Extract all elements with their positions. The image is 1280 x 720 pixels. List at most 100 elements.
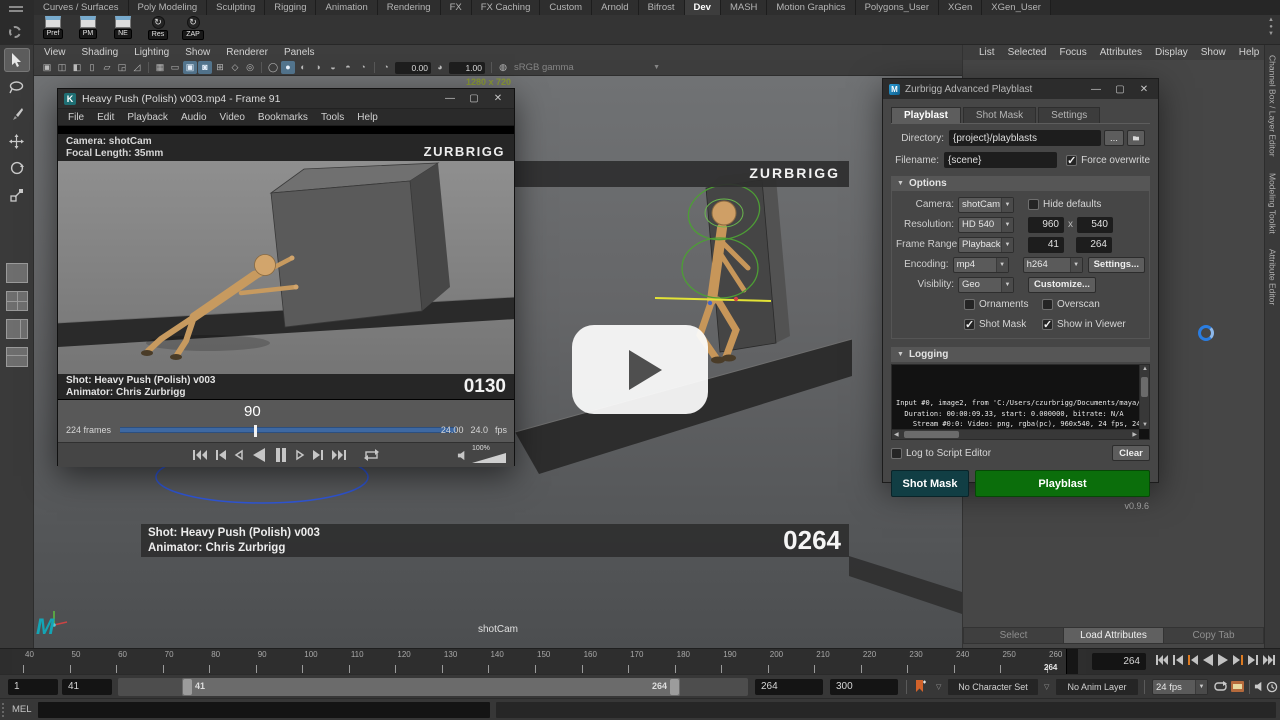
open-folder-button[interactable] (1127, 130, 1145, 146)
shelf-tab[interactable]: Dev (685, 0, 721, 15)
attribute-editor-button[interactable]: Load Attributes (1064, 628, 1163, 643)
grease-pencil-icon[interactable]: ◿ (130, 61, 144, 74)
resolution-width-field[interactable]: 960 (1028, 217, 1064, 233)
player-menu-item[interactable]: Edit (97, 112, 114, 123)
step-forward-one-key-button[interactable] (1247, 653, 1259, 667)
play-backwards-button[interactable] (1202, 653, 1214, 667)
time-tick[interactable]: 110 (349, 649, 396, 675)
shelf-tab[interactable]: XGen (939, 0, 982, 15)
command-language-toggle[interactable]: MEL (12, 704, 32, 715)
loop-button[interactable] (364, 449, 379, 461)
player-menu-item[interactable]: Video (220, 112, 245, 123)
step-forward-one-frame-button[interactable] (1232, 653, 1244, 667)
attribute-editor-button[interactable]: Select (964, 628, 1063, 643)
time-tick[interactable]: 220 (861, 649, 908, 675)
gamma-icon[interactable]: ◕ (433, 61, 447, 74)
rotate-tool-button[interactable] (4, 156, 30, 180)
layout-custom-button[interactable] (6, 347, 28, 367)
shelf-tab[interactable]: Animation (316, 0, 377, 15)
next-frame-button[interactable] (313, 449, 324, 461)
playback-end-field[interactable]: 264 (755, 679, 823, 695)
command-result-field[interactable] (496, 702, 1276, 718)
bookmark-icon[interactable]: ▯ (85, 61, 99, 74)
attribute-editor-menu-item[interactable]: Focus (1059, 47, 1086, 58)
wireframe-mode-icon[interactable]: ◯ (266, 61, 280, 74)
attribute-editor-menu-item[interactable]: Help (1239, 47, 1260, 58)
time-tick[interactable]: 200 (768, 649, 815, 675)
volume-slider[interactable] (472, 453, 506, 463)
shelf-button[interactable]: Pref (38, 16, 68, 40)
all-lights-icon[interactable]: ◑ (311, 61, 325, 74)
pause-button[interactable] (274, 447, 288, 463)
animation-preferences-icon[interactable] (1266, 681, 1278, 693)
step-back-one-key-button[interactable] (1172, 653, 1184, 667)
player-menu-item[interactable]: Audio (181, 112, 207, 123)
menu-grip-icon[interactable] (9, 6, 23, 8)
player-menu-item[interactable]: Playback (127, 112, 168, 123)
maximize-button[interactable]: ▢ (462, 93, 486, 104)
safe-action-icon[interactable]: ◇ (228, 61, 242, 74)
command-input[interactable] (38, 702, 490, 718)
layout-persp-outliner-button[interactable] (6, 319, 28, 339)
time-tick[interactable]: 140 (488, 649, 535, 675)
camera-select-icon[interactable]: ◫ (55, 61, 69, 74)
time-tick[interactable]: 100 (302, 649, 349, 675)
camera-dropdown[interactable]: shotCam▼ (958, 197, 1014, 213)
go-to-start-button[interactable] (1155, 653, 1169, 667)
shelf-button[interactable]: ↻ ZAP (178, 16, 208, 40)
attribute-editor-button[interactable]: Copy Tab (1164, 628, 1263, 643)
chevron-down-icon[interactable]: ▽ (1044, 683, 1049, 691)
viewport-menu-item[interactable]: Renderer (226, 47, 268, 58)
options-section-header[interactable]: ▼ Options (891, 176, 1150, 191)
shelf-tab[interactable]: FX Caching (472, 0, 541, 15)
player-scrubber[interactable] (120, 427, 456, 433)
time-tick[interactable]: 180 (675, 649, 722, 675)
previous-frame-button[interactable] (215, 449, 226, 461)
show-in-viewer-checkbox[interactable] (1042, 319, 1053, 330)
filename-input[interactable]: {scene} (944, 152, 1057, 168)
set-key-icon[interactable] (913, 679, 927, 694)
shelf-tab[interactable]: Sculpting (207, 0, 265, 15)
go-to-end-button[interactable] (1262, 653, 1276, 667)
playback-loop-icon[interactable] (1213, 681, 1228, 692)
player-menu-item[interactable]: Tools (321, 112, 344, 123)
time-tick[interactable]: 150 (535, 649, 582, 675)
minimize-button[interactable]: — (438, 93, 462, 104)
logging-section-header[interactable]: ▼ Logging (891, 347, 1150, 362)
horizontal-scrollbar[interactable]: ◀▶ (892, 429, 1139, 439)
time-tick[interactable]: 60 (116, 649, 163, 675)
time-tick[interactable]: 50 (70, 649, 117, 675)
viewport-menu-item[interactable]: Show (185, 47, 210, 58)
viewport-menu-item[interactable]: View (44, 47, 66, 58)
log-output[interactable]: Input #0, image2, from 'C:/Users/czurbri… (891, 364, 1150, 440)
time-tick[interactable]: 190 (721, 649, 768, 675)
step-back-button[interactable] (234, 449, 243, 461)
clear-log-button[interactable]: Clear (1112, 445, 1150, 461)
sidebar-tab[interactable]: Modeling Toolkit (1268, 173, 1278, 234)
ornaments-checkbox[interactable] (964, 299, 975, 310)
browse-button[interactable]: ... (1104, 130, 1124, 146)
force-overwrite-checkbox[interactable] (1066, 155, 1077, 166)
visibility-dropdown[interactable]: Geo▼ (958, 277, 1014, 293)
move-tool-button[interactable] (4, 129, 30, 153)
directory-input[interactable]: {project}/playblasts (949, 130, 1101, 146)
skip-to-start-button[interactable] (193, 449, 207, 461)
play-forwards-button[interactable] (1217, 653, 1229, 667)
codec-dropdown[interactable]: h264▼ (1023, 257, 1083, 273)
ambient-occlusion-icon[interactable]: ◓ (341, 61, 355, 74)
gate-mask-icon[interactable]: ◙ (198, 61, 212, 74)
motion-blur-icon[interactable]: ◔ (356, 61, 370, 74)
grid-toggle-icon[interactable]: ▦ (153, 61, 167, 74)
player-menu-item[interactable]: Bookmarks (258, 112, 308, 123)
skip-to-end-button[interactable] (332, 449, 346, 461)
character-set-selector[interactable]: No Character Set (948, 679, 1038, 695)
shot-mask-button[interactable]: Shot Mask (891, 470, 969, 497)
playblast-button[interactable]: Playblast (975, 470, 1150, 497)
minimize-button[interactable]: — (1084, 84, 1108, 95)
container-dropdown[interactable]: mp4▼ (953, 257, 1009, 273)
2d-pan-zoom-icon[interactable]: ◲ (115, 61, 129, 74)
range-slider[interactable]: 41 264 (118, 678, 748, 696)
playblast-tab[interactable]: Playblast (891, 107, 961, 123)
shelf-tab[interactable]: FX (441, 0, 472, 15)
colorspace-dropdown[interactable]: sRGB gamma ▼ (510, 62, 660, 73)
